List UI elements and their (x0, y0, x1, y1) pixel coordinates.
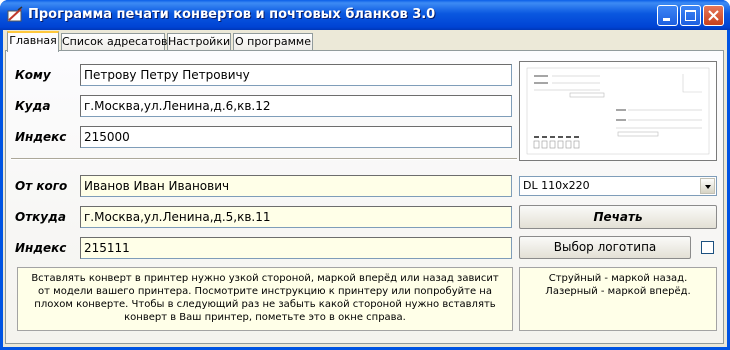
chevron-down-icon[interactable] (700, 178, 715, 194)
close-icon (708, 10, 719, 21)
window-client-area: Главная Список адресатов Настройки О про… (3, 30, 727, 347)
envelope-format-select[interactable]: DL 110x220 (519, 176, 717, 196)
instructions-text: Вставлять конверт в принтер нужно узкой … (31, 273, 499, 323)
printer-memo-line2: Лазерный - маркой вперёд. (545, 286, 691, 297)
choose-logo-button[interactable]: Выбор логотипа (519, 236, 691, 259)
envelope-preview (519, 61, 717, 161)
from-field[interactable]: Иванов Иван Иванович (80, 175, 512, 197)
title-bar[interactable]: Программа печати конвертов и почтовых бл… (0, 0, 730, 30)
main-tab-panel: Кому Петрову Петру Петровичу Куда г.Моск… (5, 50, 724, 344)
logo-checkbox[interactable] (701, 241, 714, 254)
where-field[interactable]: г.Москва,ул.Ленина,д.6,кв.12 (80, 95, 512, 117)
tab-about[interactable]: О программе (233, 33, 313, 51)
whence-field[interactable]: г.Москва,ул.Ленина,д.5,кв.11 (80, 206, 512, 228)
tab-settings[interactable]: Настройки (167, 33, 231, 51)
recipient-index-field[interactable]: 215000 (80, 126, 512, 148)
from-label: От кого (15, 179, 68, 193)
envelope-format-value: DL 110x220 (523, 179, 590, 192)
print-button[interactable]: Печать (519, 205, 717, 229)
tab-main[interactable]: Главная (7, 31, 59, 52)
window-title: Программа печати конвертов и почтовых бл… (28, 7, 436, 22)
to-label: Кому (15, 68, 51, 82)
where-label: Куда (15, 99, 51, 113)
printer-memo[interactable]: Струйный - маркой назад. Лазерный - марк… (519, 267, 717, 331)
recipient-index-label: Индекс (15, 130, 67, 144)
section-divider (11, 158, 517, 160)
maximize-button[interactable] (680, 5, 701, 26)
printer-memo-line1: Струйный - маркой назад. (548, 273, 688, 284)
maximize-icon (685, 10, 696, 21)
tab-recipients[interactable]: Список адресатов (61, 33, 167, 51)
minimize-icon (663, 18, 670, 21)
sender-index-label: Индекс (15, 241, 67, 255)
app-icon (7, 6, 23, 22)
envelope-preview-image (526, 67, 710, 155)
to-field[interactable]: Петрову Петру Петровичу (80, 64, 512, 86)
sender-index-field[interactable]: 215111 (80, 237, 512, 259)
close-button[interactable] (703, 5, 724, 26)
instructions-note: Вставлять конверт в принтер нужно узкой … (17, 267, 513, 331)
whence-label: Откуда (15, 210, 66, 224)
minimize-button[interactable] (657, 5, 678, 26)
app-window: Программа печати конвертов и почтовых бл… (0, 0, 730, 350)
